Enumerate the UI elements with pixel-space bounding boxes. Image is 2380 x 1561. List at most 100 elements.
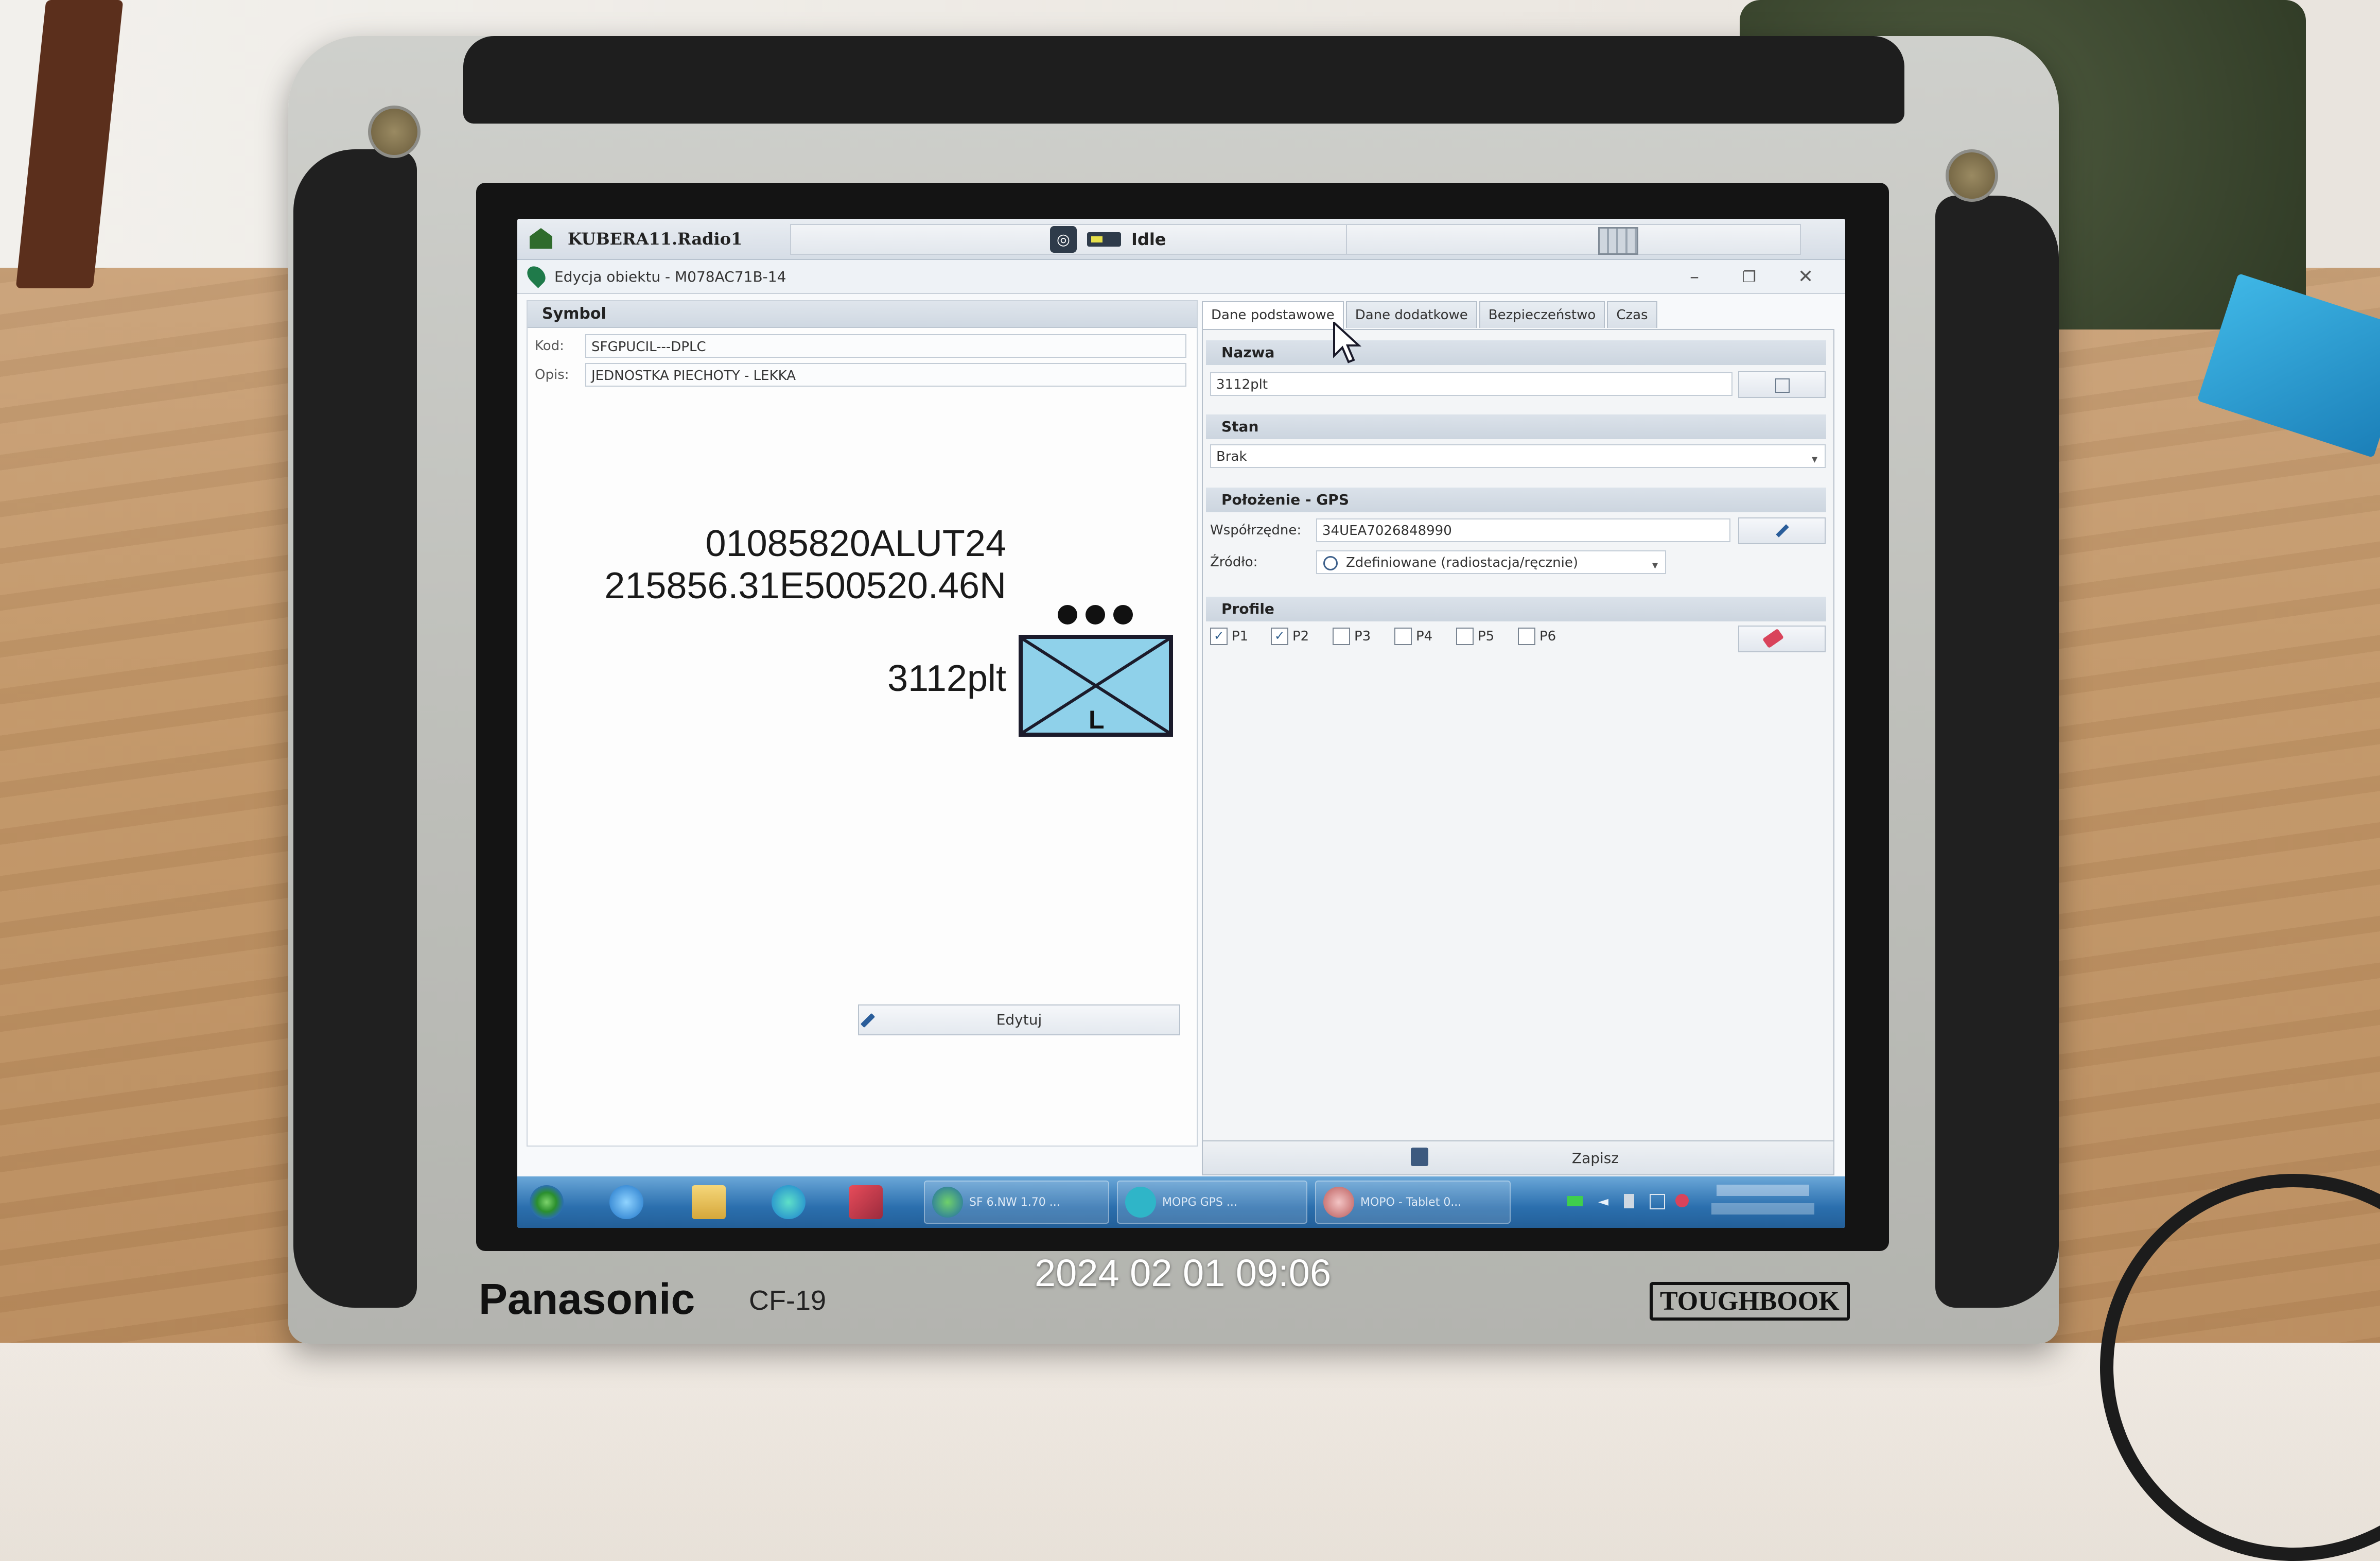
nazwa-header: Nazwa (1206, 340, 1826, 365)
checkbox-unchecked[interactable] (1518, 628, 1535, 645)
save-button[interactable]: Zapisz (1202, 1140, 1834, 1175)
symbol-panel: Symbol Kod: SFGPUCIL---DPLC Opis: JEDNOS… (527, 300, 1198, 1147)
opis-label: Opis: (535, 367, 569, 383)
edge-icon (772, 1185, 806, 1219)
checkbox-checked[interactable]: ✓ (1271, 628, 1288, 645)
coordinates-field[interactable]: 34UEA7026848990 (1316, 518, 1730, 542)
chevron-down-icon: ▾ (1811, 453, 1817, 466)
edit-button-label: Edytuj (996, 1011, 1042, 1028)
kod-field[interactable]: SFGPUCIL---DPLC (585, 334, 1186, 358)
m-app-icon (1125, 1187, 1156, 1218)
profile-label: P1 (1232, 629, 1249, 644)
app-title: KUBERA11.Radio1 (568, 229, 743, 249)
edit-coordinates-button[interactable] (1738, 517, 1826, 544)
profile-p6[interactable]: P6 (1518, 628, 1556, 645)
source-label: Źródło: (1210, 554, 1258, 570)
details-panel: Dane podstawowe Dane dodatkowe Bezpiecze… (1202, 301, 1834, 1146)
tab-security[interactable]: Bezpieczeństwo (1479, 301, 1605, 328)
title-bar-panel (1346, 224, 1801, 255)
opis-field[interactable]: JEDNOSTKA PIECHOTY - LEKKA (585, 363, 1186, 387)
folder-icon (692, 1185, 726, 1219)
photo-timestamp: 2024 02 01 09:06 (1035, 1252, 1332, 1294)
model-label: CF-19 (749, 1285, 827, 1316)
tablet-app-icon (1323, 1187, 1354, 1218)
state-select-value: Brak (1216, 449, 1247, 464)
taskbar-window-label: MOPO - Tablet 0... (1360, 1195, 1462, 1209)
taskbar-window-2[interactable]: MOPG GPS ... (1117, 1181, 1307, 1224)
tab-basic-data[interactable]: Dane podstawowe (1202, 301, 1344, 330)
system-tray[interactable]: ◄ (1547, 1182, 1835, 1223)
checkbox-checked[interactable]: ✓ (1210, 628, 1228, 645)
start-button[interactable] (522, 1181, 571, 1224)
mouse-cursor-icon (1333, 322, 1362, 363)
radio-status-icon[interactable]: ◎ (1050, 226, 1077, 253)
profile-p2[interactable]: ✓ P2 (1271, 628, 1309, 645)
close-button[interactable]: ✕ (1798, 266, 1813, 287)
pencil-icon (1776, 524, 1789, 537)
windows-start-icon (530, 1185, 564, 1219)
left-grip (293, 149, 417, 1308)
internet-explorer-icon (609, 1185, 643, 1219)
checkbox-unchecked[interactable] (1456, 628, 1474, 645)
save-button-label: Zapisz (1571, 1150, 1619, 1167)
source-select[interactable]: Zdefiniowane (radiostacja/ręcznie) ▾ (1316, 550, 1666, 574)
status-area: ◎ Idle (1050, 226, 1166, 253)
taskbar-ie[interactable] (602, 1181, 651, 1224)
tab-body: Nazwa 3112plt Stan Brak ▾ Położenie - GP… (1202, 329, 1834, 1144)
taskbar-app-x[interactable] (842, 1181, 890, 1224)
chevron-down-icon: ▾ (1652, 559, 1658, 572)
symbol-line-2: 215856.31E500520.46N (604, 565, 1006, 606)
echelon-dot (1058, 605, 1077, 625)
brand-label: Panasonic (479, 1275, 695, 1323)
echelon-dot (1113, 605, 1133, 625)
profile-p1[interactable]: ✓ P1 (1210, 628, 1248, 645)
volume-icon: ◄ (1598, 1194, 1608, 1209)
status-text: Idle (1131, 230, 1166, 249)
maximize-button[interactable]: ❐ (1742, 268, 1756, 286)
state-select[interactable]: Brak ▾ (1210, 444, 1826, 468)
taskbar-window-label: MOPG GPS ... (1162, 1195, 1237, 1209)
kod-label: Kod: (535, 338, 564, 354)
battery-tray-icon (1567, 1196, 1583, 1206)
target-icon (1323, 556, 1338, 570)
taskbar-window-1[interactable]: SF 6.NW 1.70 ... (924, 1181, 1109, 1224)
minimize-button[interactable]: – (1690, 266, 1699, 287)
checkbox-unchecked[interactable] (1394, 628, 1412, 645)
profile-p3[interactable]: P3 (1333, 628, 1371, 645)
map-pin-icon (523, 263, 549, 288)
laptop-top-hinge (463, 36, 1904, 124)
unit-letter: L (1089, 705, 1105, 734)
tab-strip: Dane podstawowe Dane dodatkowe Bezpiecze… (1202, 301, 1659, 330)
layout-grid-icon[interactable] (1598, 227, 1638, 255)
taskbar-window-3[interactable]: MOPO - Tablet 0... (1315, 1181, 1511, 1224)
name-field[interactable]: 3112plt (1210, 372, 1732, 396)
profile-p5[interactable]: P5 (1456, 628, 1494, 645)
taskbar-explorer[interactable] (685, 1181, 733, 1224)
edit-button[interactable]: Edytuj (858, 1004, 1180, 1035)
tab-additional-data[interactable]: Dane dodatkowe (1345, 301, 1477, 328)
profile-header: Profile (1206, 597, 1826, 621)
tab-time[interactable]: Czas (1607, 301, 1657, 328)
toughbook-badge: TOUGHBOOK (1650, 1282, 1850, 1321)
echelon-dot (1086, 605, 1105, 625)
gps-header: Położenie - GPS (1206, 488, 1826, 512)
pencil-icon (860, 1013, 876, 1028)
profile-label: P4 (1416, 629, 1433, 644)
coordinates-label: Współrzędne: (1210, 523, 1302, 538)
profile-label: P2 (1292, 629, 1309, 644)
profile-label: P5 (1478, 629, 1495, 644)
x-app-icon (849, 1185, 883, 1219)
profile-label: P3 (1354, 629, 1371, 644)
device-tray-icon (1624, 1194, 1634, 1208)
taskbar-edge[interactable] (764, 1181, 813, 1224)
name-lookup-button[interactable] (1738, 371, 1826, 398)
alert-tray-icon (1675, 1194, 1689, 1207)
edit-object-title: Edycja obiektu - M078AC71B-14 (554, 268, 786, 285)
checkbox-unchecked[interactable] (1333, 628, 1350, 645)
symbol-line-1: 01085820ALUT24 (705, 523, 1006, 564)
profile-p4[interactable]: P4 (1394, 628, 1432, 645)
globe-icon (932, 1187, 963, 1218)
eraser-icon (1762, 628, 1784, 649)
clear-profiles-button[interactable] (1738, 626, 1826, 652)
taskbar-window-label: SF 6.NW 1.70 ... (969, 1195, 1060, 1209)
